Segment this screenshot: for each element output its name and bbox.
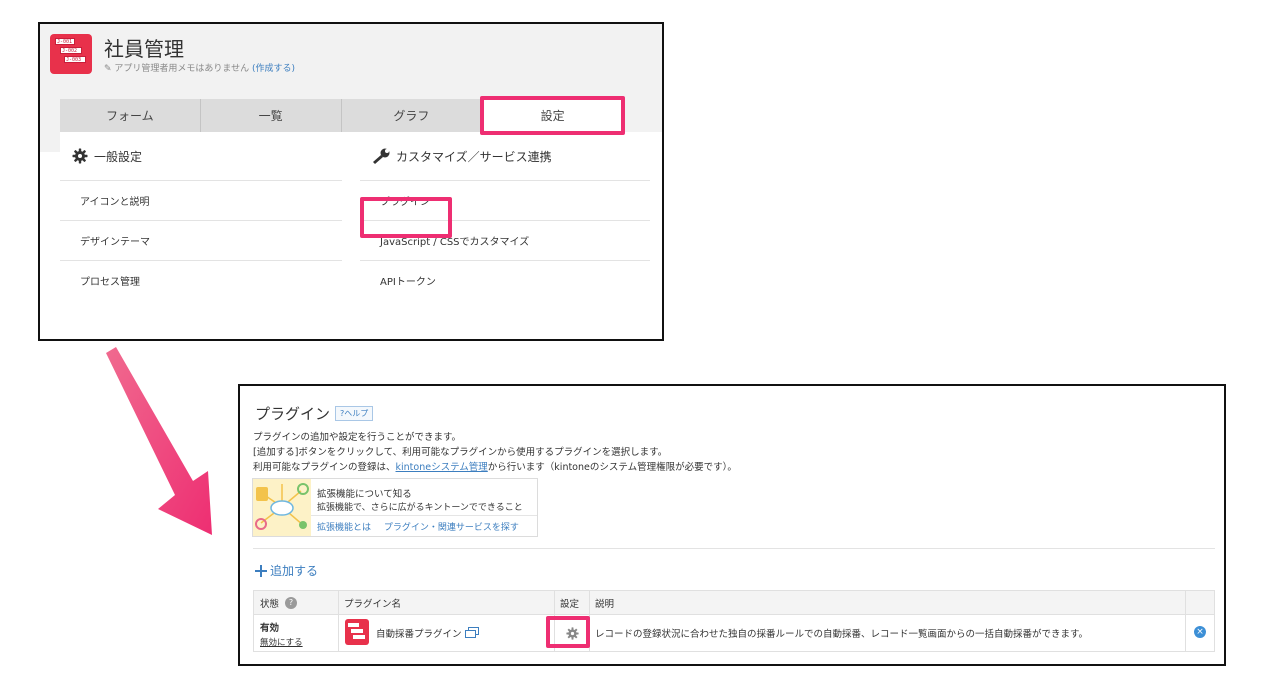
app-settings-panel: J-001 J-002 J-003 社員管理 ✎ アプリ管理者用メモはありません… — [38, 22, 664, 341]
app-icon-row: J-001 — [55, 38, 75, 45]
extension-subtitle: 拡張機能で、さらに広がるキントーンでできること — [317, 503, 523, 513]
arrow-icon — [106, 347, 212, 535]
plugin-menu-highlight — [360, 197, 452, 238]
plugin-icon — [345, 619, 369, 645]
menu-api-token[interactable]: APIトークン — [360, 260, 650, 300]
question-icon[interactable]: ? — [285, 596, 298, 609]
app-icon: J-001 J-002 J-003 — [50, 34, 92, 74]
column-header-actions — [1185, 591, 1214, 615]
extension-banner: 拡張機能について知る 拡張機能で、さらに広がるキントーンでできること 拡張機能と… — [252, 478, 538, 537]
disable-link[interactable]: 無効にする — [260, 636, 303, 648]
column-header-settings: 設定 — [554, 591, 589, 615]
plus-icon — [255, 564, 267, 577]
extension-title: 拡張機能について知る — [317, 489, 412, 500]
column-header-plugin-name: プラグイン名 — [338, 591, 554, 615]
divider — [311, 515, 537, 516]
description-text: から行います（kintoneのシステム管理権限が必要です）。 — [487, 462, 737, 473]
menu-icon-and-description[interactable]: アイコンと説明 — [60, 180, 342, 220]
customize-heading: カスタマイズ／サービス連携 — [360, 132, 650, 180]
memo-text: アプリ管理者用メモはありません — [114, 64, 250, 74]
menu-process-management[interactable]: プロセス管理 — [60, 260, 342, 300]
settings-tab-highlight — [480, 96, 625, 135]
tab-list[interactable]: 一覧 — [200, 99, 342, 132]
add-plugin-label: 追加する — [270, 564, 319, 578]
description-line-1: プラグインの追加や設定を行うことができます。 — [253, 432, 462, 443]
extension-illustration — [253, 479, 311, 536]
memo-icon: ✎ — [104, 64, 112, 74]
network-illustration-icon — [255, 483, 309, 530]
app-icon-row: J-003 — [64, 56, 86, 63]
app-memo: ✎ アプリ管理者用メモはありません (作成する) — [104, 61, 295, 74]
table-row: 有効 無効にする 自動採番プラグイン レコードの登録状況に合わせた独自の採番ルー… — [254, 615, 1214, 651]
description-line-3: 利用可能なプラグインの登録は、kintoneシステム管理から行います（kinto… — [253, 459, 737, 473]
plugin-settings-panel: プラグイン ?ヘルプ プラグインの追加や設定を行うことができます。 [追加する]… — [238, 384, 1226, 666]
customize-label: カスタマイズ／サービス連携 — [396, 149, 552, 164]
plugin-name[interactable]: 自動採番プラグイン — [376, 626, 479, 640]
menu-design-theme[interactable]: デザインテーマ — [60, 220, 342, 260]
status-header-label: 状態 — [260, 598, 280, 610]
create-memo-link[interactable]: (作成する) — [252, 64, 295, 74]
status-enabled: 有効 — [260, 623, 280, 634]
delete-plugin-icon[interactable]: × — [1194, 626, 1206, 638]
find-plugins-link[interactable]: プラグイン・関連サービスを探す — [384, 523, 519, 533]
help-link[interactable]: ?ヘルプ — [335, 406, 374, 421]
column-header-description: 説明 — [589, 591, 1185, 615]
divider — [253, 548, 1215, 549]
system-admin-link[interactable]: kintoneシステム管理 — [396, 462, 488, 473]
what-is-extension-link[interactable]: 拡張機能とは — [317, 523, 371, 533]
gear-icon — [72, 148, 88, 164]
general-settings-heading: 一般設定 — [60, 132, 342, 180]
plugin-settings-highlight — [546, 616, 590, 648]
app-icon-row: J-002 — [60, 47, 82, 54]
description-text: 利用可能なプラグインの登録は、 — [253, 462, 396, 473]
column-header-status: 状態 ? — [254, 591, 338, 615]
wrench-icon — [373, 148, 390, 164]
tab-form[interactable]: フォーム — [60, 99, 201, 132]
app-title: 社員管理 — [104, 37, 184, 61]
add-plugin-button[interactable]: 追加する — [255, 562, 318, 579]
plugin-name-text[interactable]: 自動採番プラグイン — [376, 629, 462, 640]
plugin-description: レコードの登録状況に合わせた独自の採番ルールでの自動採番、レコード一覧画面からの… — [595, 629, 1089, 640]
general-settings-column: 一般設定 アイコンと説明 デザインテーマ プロセス管理 — [60, 132, 342, 300]
general-settings-label: 一般設定 — [94, 149, 143, 164]
extension-links: 拡張機能とは プラグイン・関連サービスを探す — [317, 520, 519, 533]
plugin-table: 状態 ? プラグイン名 設定 説明 有効 無効にする 自動採番プラグイン レコー… — [253, 590, 1215, 652]
tab-graph[interactable]: グラフ — [341, 99, 483, 132]
page-title: プラグイン — [255, 405, 331, 423]
description-line-2: [追加する]ボタンをクリックして、利用可能なプラグインから使用するプラグインを選… — [253, 447, 668, 458]
external-window-icon[interactable] — [464, 627, 479, 638]
